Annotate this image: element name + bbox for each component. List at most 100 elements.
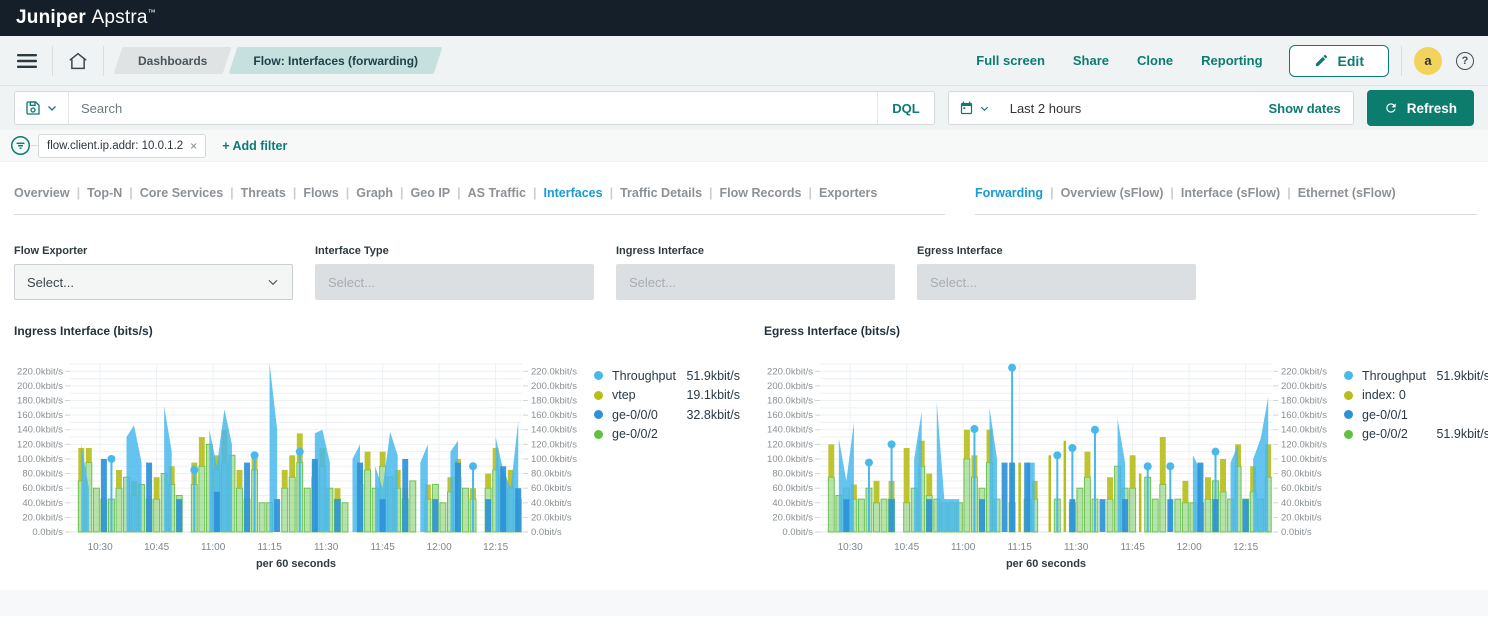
add-filter-link[interactable]: + Add filter	[222, 139, 287, 153]
close-icon[interactable]: ×	[190, 139, 197, 153]
dql-toggle[interactable]: DQL	[877, 92, 933, 124]
tab-separator: |	[400, 186, 404, 200]
chevron-down-icon	[979, 103, 990, 114]
nav-action-clone[interactable]: Clone	[1137, 53, 1173, 68]
svg-text:200.0kbit/s: 200.0kbit/s	[17, 381, 63, 392]
help-icon[interactable]: ?	[1456, 52, 1474, 70]
home-icon[interactable]	[65, 48, 91, 74]
select-flow-exporter[interactable]: Select...	[14, 264, 293, 300]
tab-ethernet-sflow[interactable]: Ethernet (sFlow)	[1298, 186, 1396, 200]
breadcrumb-dashboards[interactable]: Dashboards	[118, 47, 227, 74]
tab-top-n[interactable]: Top-N	[87, 186, 122, 200]
juniper-apstra-logo: Juniper Apstra™	[16, 7, 156, 29]
legend-value: 19.1kbit/s	[686, 388, 740, 402]
tab-overview[interactable]: Overview	[14, 186, 70, 200]
dashboard-content: Overview | Top-N | Core Services | Threats | Flo…	[0, 186, 1488, 572]
svg-text:120.0kbit/s: 120.0kbit/s	[531, 439, 577, 450]
svg-text:20.0kbit/s: 20.0kbit/s	[1281, 512, 1322, 523]
legend-dot	[1344, 391, 1353, 400]
edit-button[interactable]: Edit	[1289, 45, 1389, 77]
selector-label: Ingress Interface	[616, 245, 895, 257]
svg-text:40.0kbit/s: 40.0kbit/s	[772, 498, 813, 509]
breadcrumb: Dashboards Flow: Interfaces (forwarding)	[118, 47, 438, 74]
legend-value: 51.9kbit/s	[686, 369, 740, 383]
hamburger-menu-icon[interactable]	[14, 48, 40, 74]
select-placeholder: Select...	[328, 275, 581, 290]
legend-item-throughput[interactable]: Throughput51.9kbit/s	[1344, 366, 1488, 386]
svg-text:10:45: 10:45	[144, 542, 169, 553]
svg-text:180.0kbit/s: 180.0kbit/s	[767, 396, 813, 407]
legend-item-ge-0-0-0[interactable]: ge-0/0/032.8kbit/s	[594, 405, 740, 425]
tab-as-traffic[interactable]: AS Traffic	[468, 186, 526, 200]
filter-chip[interactable]: flow.client.ip.addr: 10.0.1.2 ×	[38, 134, 206, 158]
filter-funnel-icon[interactable]	[10, 135, 31, 156]
search-input[interactable]	[69, 101, 877, 116]
legend-item-ge-0-0-1[interactable]: ge-0/0/1	[1344, 405, 1488, 425]
tab-separator: |	[293, 186, 297, 200]
refresh-button[interactable]: Refresh	[1367, 90, 1474, 126]
legend-value: 51.9kbit/s	[1436, 369, 1488, 383]
svg-text:11:30: 11:30	[1064, 542, 1089, 553]
divider	[103, 46, 104, 76]
svg-text:10:45: 10:45	[894, 542, 919, 553]
footer-band	[0, 590, 1488, 616]
connector-line	[31, 145, 38, 146]
avatar[interactable]: a	[1414, 47, 1442, 75]
tab-separator: |	[1170, 186, 1174, 200]
tab-separator: |	[1050, 186, 1054, 200]
date-picker-menu[interactable]	[949, 92, 1000, 124]
tab-interfaces[interactable]: Interfaces	[544, 186, 603, 200]
tab-threats[interactable]: Threats	[241, 186, 286, 200]
chart-ingress-interface-bits-s: Ingress Interface (bits/s)220.0kbit/s220…	[14, 324, 740, 572]
svg-text:0.0bit/s: 0.0bit/s	[1281, 527, 1312, 538]
tab-traffic-details[interactable]: Traffic Details	[620, 186, 702, 200]
tab-geo-ip[interactable]: Geo IP	[411, 186, 451, 200]
chart-title: Egress Interface (bits/s)	[764, 324, 1488, 338]
legend-dot	[594, 391, 603, 400]
tab-flows[interactable]: Flows	[303, 186, 338, 200]
tab-separator: |	[533, 186, 537, 200]
legend-item-throughput[interactable]: Throughput51.9kbit/s	[594, 366, 740, 386]
select-ingress-interface: Select...	[616, 264, 895, 300]
svg-text:200.0kbit/s: 200.0kbit/s	[1281, 381, 1327, 392]
tab-exporters[interactable]: Exporters	[819, 186, 877, 200]
svg-text:80.0kbit/s: 80.0kbit/s	[531, 469, 572, 480]
nav-action-links: Full screen Share Clone Reporting	[976, 53, 1262, 68]
svg-text:12:15: 12:15	[1233, 542, 1258, 553]
legend-dot	[594, 410, 603, 419]
nav-action-share[interactable]: Share	[1073, 53, 1109, 68]
legend-label: index: 0	[1362, 388, 1488, 402]
nav-action-full-screen[interactable]: Full screen	[976, 53, 1045, 68]
chart-egress-interface-bits-s: Egress Interface (bits/s)220.0kbit/s220.…	[764, 324, 1488, 572]
legend-dot	[594, 430, 603, 439]
tab-separator: |	[809, 186, 813, 200]
svg-text:100.0kbit/s: 100.0kbit/s	[17, 454, 63, 465]
selector-interface-type: Interface Type Select...	[315, 245, 594, 300]
nav-action-reporting[interactable]: Reporting	[1201, 53, 1262, 68]
tab-forwarding[interactable]: Forwarding	[975, 186, 1043, 200]
tab-core-services[interactable]: Core Services	[140, 186, 223, 200]
tab-interface-sflow[interactable]: Interface (sFlow)	[1181, 186, 1280, 200]
tab-graph[interactable]: Graph	[356, 186, 393, 200]
calendar-icon	[959, 101, 974, 116]
svg-text:11:15: 11:15	[1007, 542, 1032, 553]
tab-flow-records[interactable]: Flow Records	[720, 186, 802, 200]
svg-text:160.0kbit/s: 160.0kbit/s	[17, 410, 63, 421]
svg-text:11:45: 11:45	[1120, 542, 1145, 553]
saved-search-menu[interactable]	[15, 92, 68, 124]
svg-text:0.0bit/s: 0.0bit/s	[32, 527, 63, 538]
tab-separator: |	[610, 186, 614, 200]
legend-item-index-0[interactable]: index: 0	[1344, 386, 1488, 406]
svg-text:60.0kbit/s: 60.0kbit/s	[772, 483, 813, 494]
legend-item-ge-0-0-2[interactable]: ge-0/0/2	[594, 425, 740, 445]
show-dates-link[interactable]: Show dates	[1268, 101, 1352, 116]
time-range-value[interactable]: Last 2 hours	[1000, 101, 1269, 116]
legend-label: Throughput	[612, 369, 686, 383]
legend-item-ge-0-0-2[interactable]: ge-0/0/251.9kbit/s	[1344, 425, 1488, 445]
breadcrumb-flow-interfaces-forwarding[interactable]: Flow: Interfaces (forwarding)	[233, 47, 438, 74]
legend-item-vtep[interactable]: vtep19.1kbit/s	[594, 386, 740, 406]
select-egress-interface: Select...	[917, 264, 1196, 300]
tab-overview-sflow[interactable]: Overview (sFlow)	[1061, 186, 1164, 200]
select-placeholder: Select...	[629, 275, 882, 290]
selector-label: Interface Type	[315, 245, 594, 257]
